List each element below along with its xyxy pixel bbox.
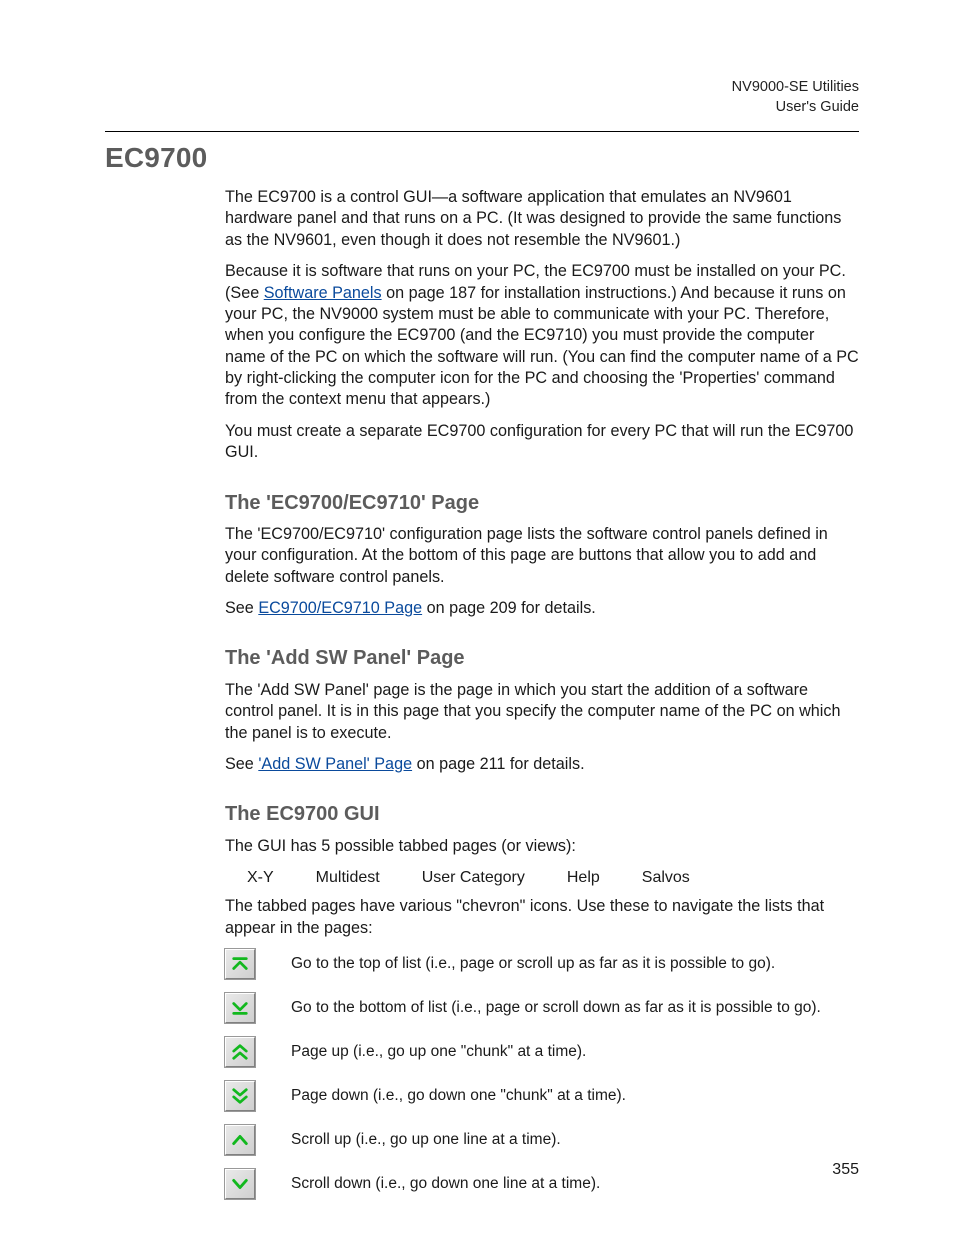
heading-ec9700-gui: The EC9700 GUI — [225, 801, 859, 827]
icon-description: Page up (i.e., go up one "chunk" at a ti… — [291, 1042, 586, 1062]
scroll-up-icon — [225, 1125, 255, 1155]
intro-paragraph-2: Because it is software that runs on your… — [225, 261, 859, 411]
link-software-panels[interactable]: Software Panels — [264, 284, 382, 302]
tab-name: Salvos — [642, 869, 690, 886]
sec1-see: See EC9700/EC9710 Page on page 209 for d… — [225, 598, 859, 619]
text-span: See — [225, 755, 258, 773]
list-item: Go to the top of list (i.e., page or scr… — [225, 949, 859, 979]
doc-type: User's Guide — [105, 98, 859, 118]
header-rule — [105, 131, 859, 132]
page-down-icon — [225, 1081, 255, 1111]
sec3-paragraph-2: The tabbed pages have various "chevron" … — [225, 896, 859, 939]
intro-paragraph-3: You must create a separate EC9700 config… — [225, 421, 859, 464]
sec3-paragraph-1: The GUI has 5 possible tabbed pages (or … — [225, 836, 859, 857]
link-add-sw-panel-page[interactable]: 'Add SW Panel' Page — [258, 755, 412, 773]
running-head: NV9000-SE Utilities User's Guide — [105, 78, 859, 117]
heading-ec9700-ec9710-page: The 'EC9700/EC9710' Page — [225, 490, 859, 516]
sec2-see: See 'Add SW Panel' Page on page 211 for … — [225, 754, 859, 775]
sec1-paragraph: The 'EC9700/EC9710' configuration page l… — [225, 524, 859, 588]
text-span: See — [225, 599, 258, 617]
link-ec9700-ec9710-page[interactable]: EC9700/EC9710 Page — [258, 599, 422, 617]
go-bottom-icon — [225, 993, 255, 1023]
list-item: Scroll down (i.e., go down one line at a… — [225, 1169, 859, 1199]
tab-name: X-Y — [247, 869, 274, 886]
list-item: Scroll up (i.e., go up one line at a tim… — [225, 1125, 859, 1155]
icon-description: Page down (i.e., go down one "chunk" at … — [291, 1086, 626, 1106]
icon-description: Scroll down (i.e., go down one line at a… — [291, 1174, 600, 1194]
section-heading-ec9700: EC9700 — [105, 140, 859, 177]
chevron-icon-list: Go to the top of list (i.e., page or scr… — [225, 949, 859, 1199]
icon-description: Go to the top of list (i.e., page or scr… — [291, 954, 775, 974]
text-span: on page 209 for details. — [422, 599, 596, 617]
list-item: Go to the bottom of list (i.e., page or … — [225, 993, 859, 1023]
page-up-icon — [225, 1037, 255, 1067]
scroll-down-icon — [225, 1169, 255, 1199]
page-number: 355 — [832, 1159, 859, 1180]
icon-description: Go to the bottom of list (i.e., page or … — [291, 998, 821, 1018]
tab-name: Help — [567, 869, 600, 886]
icon-description: Scroll up (i.e., go up one line at a tim… — [291, 1130, 561, 1150]
list-item: Page up (i.e., go up one "chunk" at a ti… — [225, 1037, 859, 1067]
go-top-icon — [225, 949, 255, 979]
text-span: on page 187 for installation instruction… — [225, 284, 859, 409]
text-span: on page 211 for details. — [412, 755, 585, 773]
tab-name: Multidest — [316, 869, 380, 886]
tabs-list: X-Y Multidest User Category Help Salvos — [247, 867, 859, 888]
sec2-paragraph: The 'Add SW Panel' page is the page in w… — [225, 680, 859, 744]
product-name: NV9000-SE Utilities — [105, 78, 859, 98]
list-item: Page down (i.e., go down one "chunk" at … — [225, 1081, 859, 1111]
intro-paragraph-1: The EC9700 is a control GUI—a software a… — [225, 187, 859, 251]
tab-name: User Category — [422, 869, 525, 886]
heading-add-sw-panel-page: The 'Add SW Panel' Page — [225, 645, 859, 671]
